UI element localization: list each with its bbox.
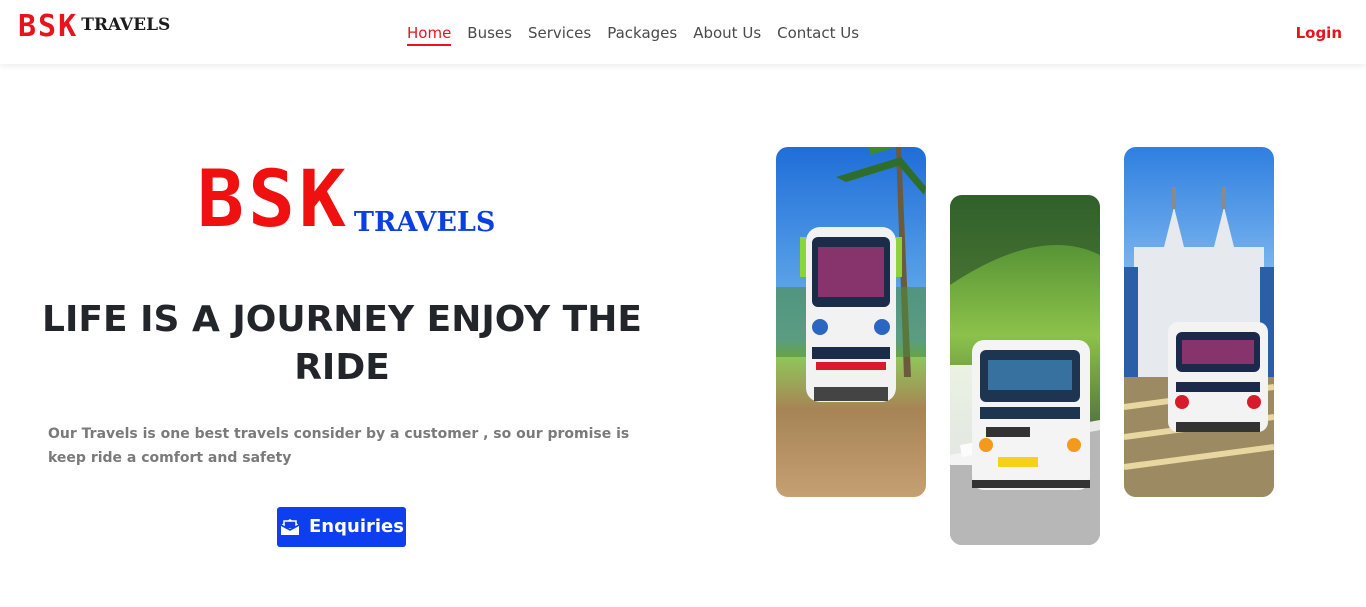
nav-link-buses[interactable]: Buses	[467, 22, 512, 46]
enquiries-button-label: Enquiries	[309, 516, 404, 537]
hero-logo-sub: TRAVELS	[353, 207, 496, 238]
hero-description: Our Travels is one best travels consider…	[48, 426, 630, 466]
brand-logo-sub: TRAVELS	[81, 15, 171, 35]
envelope-open-icon	[279, 517, 301, 537]
login-link[interactable]: Login	[1296, 22, 1342, 44]
hero-logo: BSK TRAVELS	[197, 155, 496, 245]
brand-logo-main: BSK	[18, 9, 79, 44]
nav-menu: Home Buses Services Packages About Us Co…	[407, 22, 859, 46]
brand-logo[interactable]: BSK TRAVELS	[18, 10, 170, 44]
hero-title: LIFE IS A JOURNEY ENJOY THE RIDE	[42, 299, 642, 388]
nav-link-packages[interactable]: Packages	[607, 22, 677, 46]
bus-photo-church	[1124, 147, 1274, 497]
nav-link-about-us[interactable]: About Us	[693, 22, 761, 46]
nav-link-contact-us[interactable]: Contact Us	[777, 22, 859, 46]
hero-logo-main: BSK	[197, 155, 350, 245]
bus-photo-hill	[950, 195, 1100, 545]
navbar: BSK TRAVELS Home Buses Services Packages…	[0, 0, 1366, 64]
nav-link-services[interactable]: Services	[528, 22, 591, 46]
nav-link-home[interactable]: Home	[407, 22, 452, 46]
enquiries-button[interactable]: Enquiries	[277, 507, 406, 547]
bus-photo-palm	[776, 147, 926, 497]
